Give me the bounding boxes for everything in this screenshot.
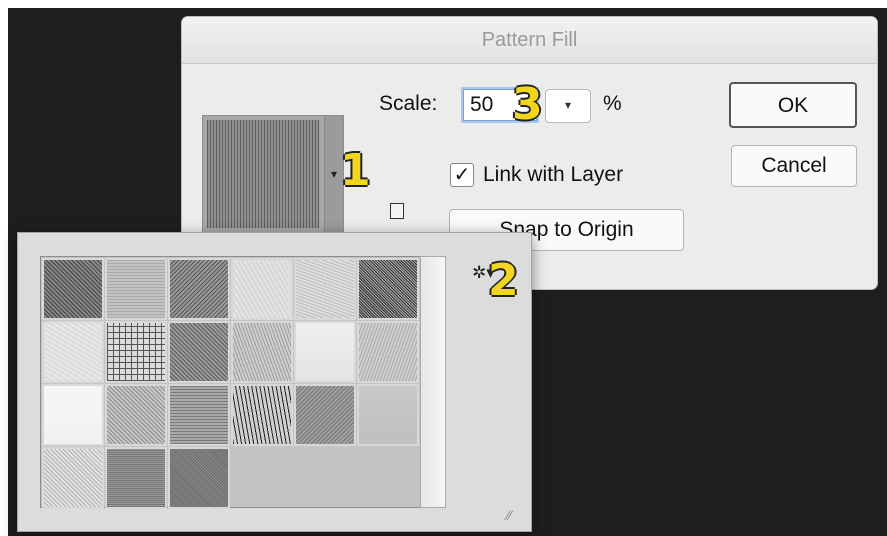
pattern-thumbnail[interactable] [294, 384, 356, 446]
new-preset-icon[interactable] [390, 203, 404, 219]
pattern-thumbnail[interactable] [231, 321, 293, 383]
pattern-thumbnail[interactable] [42, 384, 104, 446]
pattern-thumbnail[interactable] [105, 447, 167, 509]
pattern-thumbnail[interactable] [168, 447, 230, 509]
annotation-2: 2 [488, 255, 519, 306]
pattern-thumbnail[interactable] [294, 258, 356, 320]
pattern-thumbnail[interactable] [231, 258, 293, 320]
pattern-thumbnail[interactable] [42, 258, 104, 320]
pattern-thumbnail[interactable] [357, 321, 419, 383]
pattern-thumbnail[interactable] [105, 384, 167, 446]
pattern-thumbnail[interactable] [168, 321, 230, 383]
pattern-thumbnail[interactable] [168, 384, 230, 446]
pattern-scrollbar[interactable] [420, 256, 446, 508]
ok-button[interactable]: OK [729, 82, 857, 128]
pattern-thumbnail[interactable] [105, 258, 167, 320]
pattern-picker-popup: ✲▾ 2 ⁄⁄ [17, 232, 532, 532]
pattern-thumbnail[interactable] [231, 384, 293, 446]
pattern-thumbnail[interactable] [168, 258, 230, 320]
pattern-thumbnail[interactable] [105, 321, 167, 383]
link-with-layer-checkbox[interactable]: ✓ [450, 163, 474, 187]
annotation-1: 1 [340, 145, 371, 196]
pattern-thumbnail[interactable] [294, 321, 356, 383]
pattern-thumbnail[interactable] [42, 447, 104, 509]
scale-label: Scale: [379, 92, 438, 115]
pattern-thumbnail[interactable] [357, 384, 419, 446]
pattern-picker-swatch[interactable]: ▾ [202, 115, 344, 233]
pattern-thumbnail[interactable] [42, 321, 104, 383]
resize-grip-icon[interactable]: ⁄⁄ [507, 507, 512, 523]
dialog-title: Pattern Fill [182, 17, 877, 64]
scale-unit: % [603, 92, 622, 115]
link-with-layer-label[interactable]: Link with Layer [483, 163, 623, 187]
cancel-button[interactable]: Cancel [731, 145, 857, 187]
scale-dropdown-button[interactable]: ▾ [545, 89, 591, 123]
pattern-thumbnail[interactable] [357, 258, 419, 320]
annotation-3: 3 [512, 79, 543, 130]
pattern-grid [40, 256, 422, 509]
pattern-preview [207, 120, 319, 228]
